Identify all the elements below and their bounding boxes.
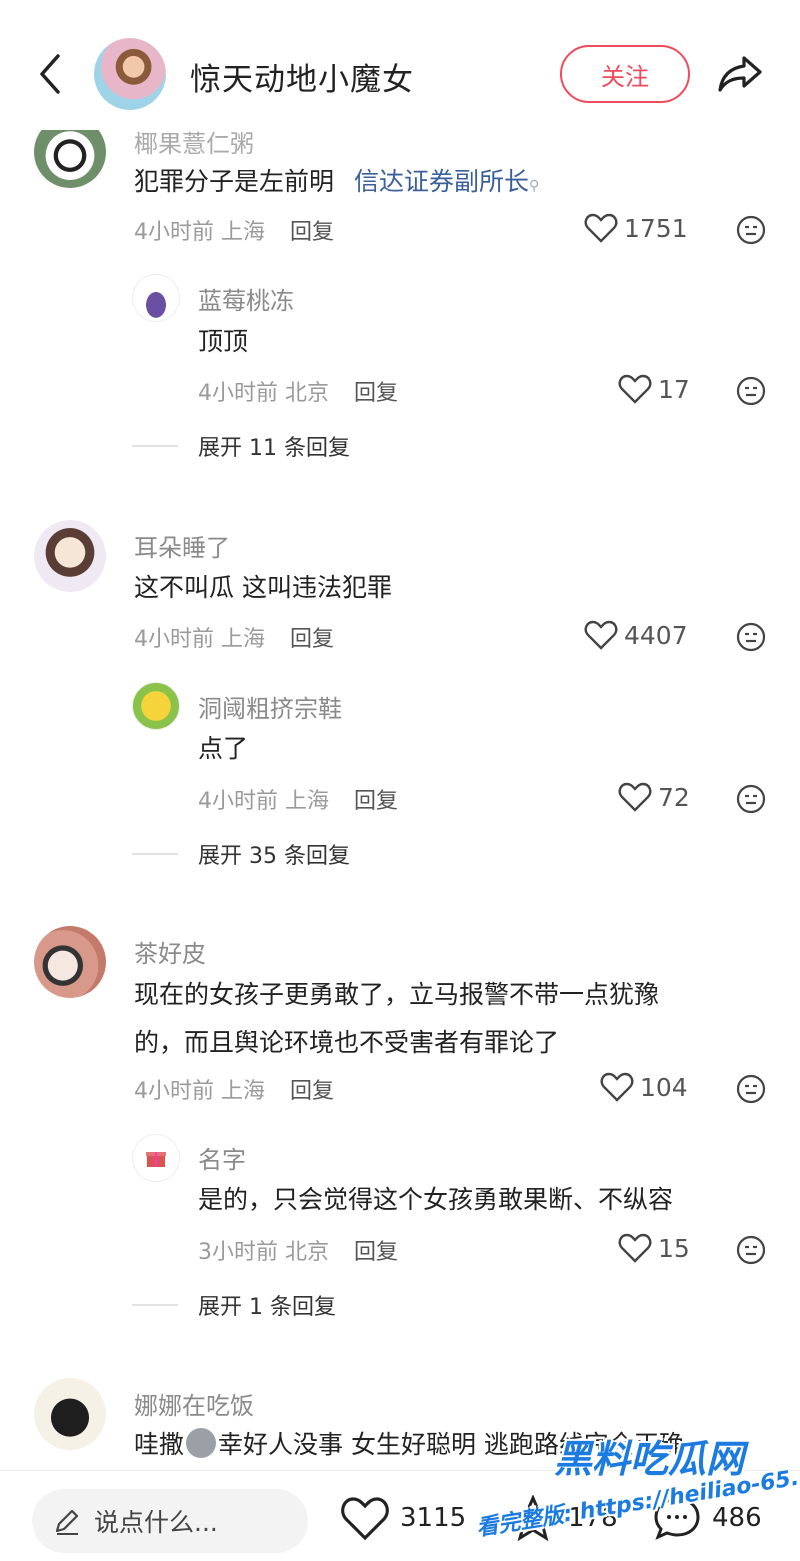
comment-meta: 4小时前 上海 回复 [134, 214, 334, 246]
comment-time: 4小时前 [134, 220, 214, 245]
reply-avatar[interactable] [132, 274, 180, 322]
emoji-icon [186, 1428, 217, 1458]
like-stat-button[interactable]: 3115 [340, 1495, 466, 1541]
reply-meta: 3小时前 北京 回复 [198, 1234, 398, 1266]
comment-time: 4小时前 [134, 627, 214, 652]
comment-location: 上海 [221, 1079, 266, 1104]
comment-text-line-1: 现在的女孩子更勇敢了，立马报警不带一点犹豫 [134, 980, 660, 1009]
divider [132, 1304, 178, 1306]
comment-username[interactable]: 耳朵睡了 [134, 528, 230, 563]
like-count: 17 [658, 374, 690, 404]
author-avatar[interactable] [94, 38, 166, 110]
heart-icon [584, 620, 618, 650]
comment-text: 犯罪分子是左前明 信达证券副所长⚲ [134, 157, 539, 211]
expand-replies-button[interactable]: 展开 35 条回复 [132, 838, 350, 870]
divider [132, 445, 178, 447]
like-button[interactable]: 4407 [584, 620, 688, 650]
reply-button[interactable]: 回复 [354, 381, 398, 406]
avatar[interactable] [34, 1378, 106, 1450]
comment-username[interactable]: 娜娜在吃饭 [134, 1386, 254, 1421]
search-link[interactable]: 信达证券副所长 [354, 167, 529, 196]
share-icon[interactable] [714, 48, 766, 100]
reply-button[interactable]: 回复 [290, 1079, 334, 1104]
reply-username[interactable]: 名字 [198, 1140, 246, 1175]
like-count: 4407 [624, 620, 688, 650]
reply-username[interactable]: 洞阈粗挤宗鞋 [198, 689, 342, 724]
reply-location: 上海 [285, 789, 330, 814]
comment-text: 这不叫瓜 这叫违法犯罪 [134, 573, 392, 602]
reply-avatar[interactable] [132, 1134, 180, 1182]
comment-input[interactable]: 说点什么... [32, 1489, 308, 1553]
pencil-icon [55, 1509, 79, 1535]
comment-text-content: 犯罪分子是左前明 [134, 167, 335, 196]
reply-meta: 4小时前 北京 回复 [198, 375, 398, 407]
comment-meta: 4小时前 上海 回复 [134, 1073, 334, 1105]
expand-replies-button[interactable]: 展开 11 条回复 [132, 430, 350, 462]
comment-text-line-2: 的，而且舆论环境也不受害者有罪论了 [134, 1028, 560, 1057]
like-count: 1751 [624, 213, 688, 243]
heart-icon [600, 1072, 634, 1102]
comment-location: 上海 [221, 627, 266, 652]
like-count: 15 [658, 1233, 690, 1263]
author-name[interactable]: 惊天动地小魔女 [190, 54, 414, 99]
expand-label: 展开 11 条回复 [198, 436, 350, 461]
like-button[interactable]: 72 [618, 782, 690, 812]
reply-location: 北京 [285, 381, 330, 406]
heart-icon [584, 213, 618, 243]
like-button[interactable]: 104 [600, 1072, 688, 1102]
emoji-reaction-icon[interactable] [736, 622, 766, 652]
comment-total: 486 [712, 1503, 762, 1533]
comment-list: 椰果薏仁粥 犯罪分子是左前明 信达证券副所长⚲ 4小时前 上海 回复 1751 … [0, 0, 800, 1470]
reply-avatar[interactable] [132, 682, 180, 730]
comment-text-before: 哇撒 [134, 1430, 185, 1459]
reply-text: 点了 [198, 734, 249, 763]
reply-time: 3小时前 [198, 1240, 278, 1265]
back-arrow-icon[interactable] [34, 52, 66, 96]
like-count: 104 [640, 1072, 688, 1102]
reply-button[interactable]: 回复 [290, 220, 334, 245]
divider [132, 853, 178, 855]
comment-meta: 4小时前 上海 回复 [134, 621, 334, 653]
emoji-reaction-icon[interactable] [736, 784, 766, 814]
reply-username[interactable]: 蓝莓桃冻 [198, 281, 294, 316]
emoji-reaction-icon[interactable] [736, 215, 766, 245]
reply-meta: 4小时前 上海 回复 [198, 783, 398, 815]
comment-location: 上海 [221, 220, 266, 245]
heart-icon [618, 782, 652, 812]
emoji-reaction-icon[interactable] [736, 1074, 766, 1104]
expand-label: 展开 35 条回复 [198, 844, 350, 869]
expand-label: 展开 1 条回复 [198, 1295, 336, 1320]
like-button[interactable]: 15 [618, 1233, 690, 1263]
reply-time: 4小时前 [198, 381, 278, 406]
like-button[interactable]: 17 [618, 374, 690, 404]
reply-text: 是的，只会觉得这个女孩勇敢果断、不纵容 [198, 1185, 674, 1214]
reply-text: 顶顶 [198, 327, 249, 356]
follow-button[interactable]: 关注 [560, 45, 690, 103]
like-button[interactable]: 1751 [584, 213, 688, 243]
expand-replies-button[interactable]: 展开 1 条回复 [132, 1289, 336, 1321]
comment-username[interactable]: 茶好皮 [134, 934, 206, 969]
heart-icon [618, 1233, 652, 1263]
reply-button[interactable]: 回复 [354, 789, 398, 814]
comment-time: 4小时前 [134, 1079, 214, 1104]
avatar[interactable] [34, 520, 106, 592]
top-bar: 惊天动地小魔女 关注 [0, 0, 800, 130]
emoji-reaction-icon[interactable] [736, 376, 766, 406]
like-total: 3115 [400, 1503, 467, 1533]
reply-time: 4小时前 [198, 789, 278, 814]
reply-button[interactable]: 回复 [290, 627, 334, 652]
search-icon[interactable]: ⚲ [529, 178, 539, 194]
heart-icon [341, 1497, 389, 1541]
emoji-reaction-icon[interactable] [736, 1235, 766, 1265]
gift-icon [146, 1152, 166, 1167]
avatar[interactable] [34, 926, 106, 998]
reply-location: 北京 [285, 1240, 330, 1265]
comment-input-placeholder: 说点什么... [94, 1508, 218, 1537]
like-count: 72 [658, 782, 690, 812]
heart-icon [618, 374, 652, 404]
reply-button[interactable]: 回复 [354, 1240, 398, 1265]
